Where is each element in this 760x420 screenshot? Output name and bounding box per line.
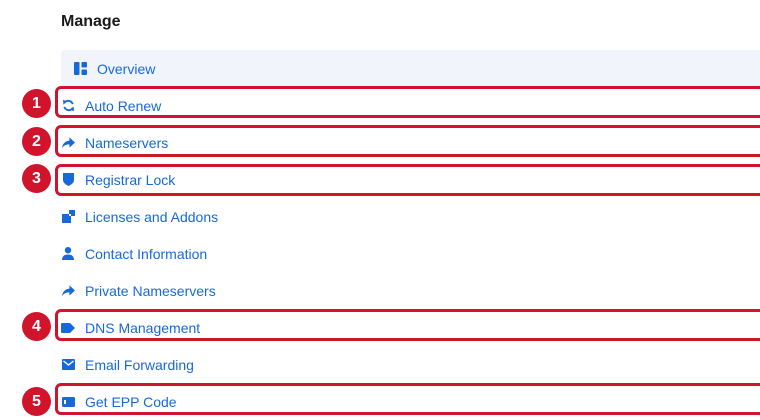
menu-item-nameservers[interactable]: Nameservers: [61, 124, 760, 161]
menu-item-label: Licenses and Addons: [85, 208, 219, 225]
menu-item-label: DNS Management: [85, 319, 201, 336]
menu-item-licenses-addons[interactable]: Licenses and Addons: [61, 198, 760, 235]
manage-panel: Manage Overview Auto Renew Nameservers R…: [0, 0, 760, 420]
menu-item-label: Nameservers: [85, 134, 169, 151]
menu-item-registrar-lock[interactable]: Registrar Lock: [61, 161, 760, 198]
menu-item-email-forwarding[interactable]: Email Forwarding: [61, 346, 760, 383]
menu-item-auto-renew[interactable]: Auto Renew: [61, 87, 760, 124]
dashboard-icon: [73, 62, 87, 76]
envelope-icon: [61, 358, 75, 372]
annotation-badge: 3: [22, 164, 51, 193]
sync-icon: [61, 99, 75, 113]
menu-item-label: Private Nameservers: [85, 282, 216, 299]
menu-item-private-nameservers[interactable]: Private Nameservers: [61, 272, 760, 309]
menu-item-label: Registrar Lock: [85, 171, 176, 188]
menu-item-label: Auto Renew: [85, 97, 162, 114]
person-icon: [61, 247, 75, 261]
annotation-badge: 2: [22, 127, 51, 156]
menu-item-label: Contact Information: [85, 245, 208, 262]
menu-item-label: Email Forwarding: [85, 356, 194, 373]
menu-item-label: Overview: [97, 60, 156, 77]
annotation-badge: 4: [22, 312, 51, 341]
shield-icon: [61, 173, 75, 187]
share-arrow-icon: [61, 284, 75, 298]
tag-icon: [61, 321, 75, 335]
menu-item-label: Get EPP Code: [85, 393, 177, 410]
menu-item-dns-management[interactable]: DNS Management: [61, 309, 760, 346]
card-icon: [61, 395, 75, 409]
addons-icon: [61, 210, 75, 224]
annotation-badge: 1: [22, 89, 51, 118]
section-title: Manage: [61, 13, 121, 30]
menu-item-get-epp-code[interactable]: Get EPP Code: [61, 383, 760, 420]
menu-item-contact-information[interactable]: Contact Information: [61, 235, 760, 272]
menu-item-overview[interactable]: Overview: [61, 50, 760, 87]
annotation-badge: 5: [22, 387, 51, 416]
share-arrow-icon: [61, 136, 75, 150]
